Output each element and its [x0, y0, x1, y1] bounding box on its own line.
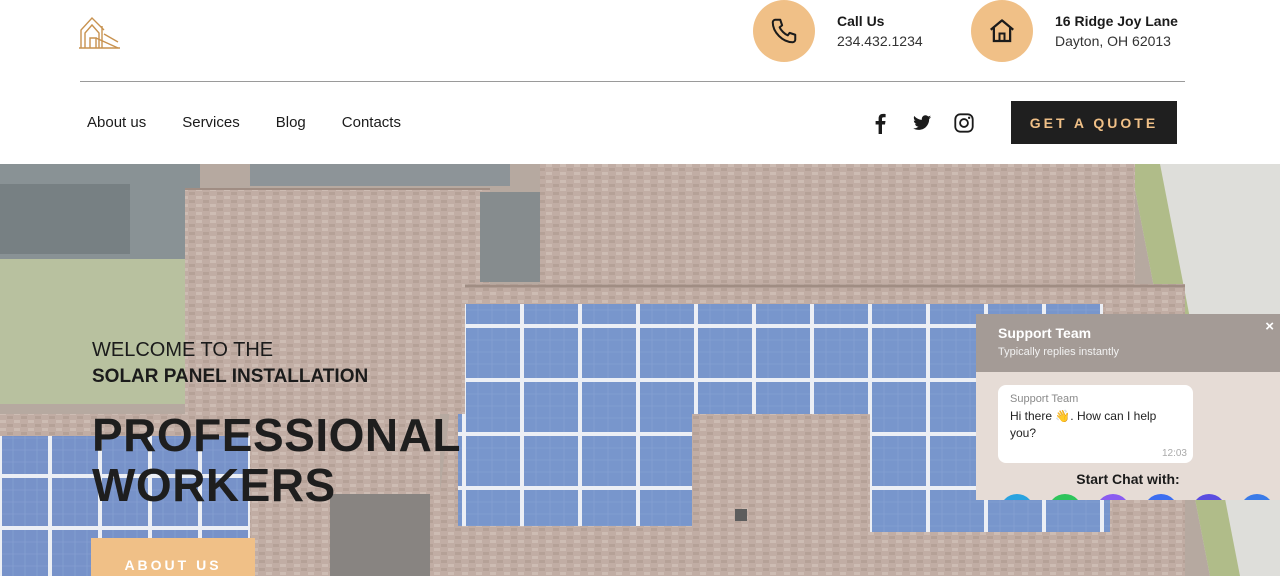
hero-welcome: WELCOME TO THE: [92, 339, 274, 361]
top-bar: Call Us 234.432.1234 16 Ridge Joy Lane D…: [0, 0, 1280, 82]
logo-icon[interactable]: [78, 12, 122, 52]
hero-text: WELCOME TO THE SOLAR PANEL INSTALLATION …: [92, 336, 461, 510]
chat-header: Support Team Typically replies instantly: [976, 314, 1280, 372]
about-us-button[interactable]: ABOUT US: [91, 538, 255, 576]
chat-channel-list: [1000, 494, 1274, 500]
chat-channel-icon[interactable]: [1000, 494, 1034, 500]
nav-blog[interactable]: Blog: [276, 114, 306, 131]
twitter-icon[interactable]: [911, 112, 933, 134]
chat-channel-icon[interactable]: [1192, 494, 1226, 500]
hero-headline: PROFESSIONAL WORKERS: [92, 410, 461, 510]
hero-headline-line2: WORKERS: [92, 459, 336, 511]
chat-channel-icon[interactable]: [1048, 494, 1082, 500]
support-chat-widget: Support Team Typically replies instantly…: [976, 314, 1280, 500]
home-icon: [971, 0, 1033, 62]
get-a-quote-button[interactable]: GET A QUOTE: [1011, 101, 1177, 144]
nav-contacts[interactable]: Contacts: [342, 114, 401, 131]
chat-subtitle: Typically replies instantly: [998, 346, 1120, 358]
message-time: 12:03: [1161, 448, 1187, 459]
hero-headline-line1: PROFESSIONAL: [92, 409, 461, 461]
phone-number[interactable]: 234.432.1234: [837, 30, 923, 52]
call-us-block[interactable]: Call Us 234.432.1234: [753, 0, 923, 62]
main-nav: About us Services Blog Contacts GET A QU…: [0, 82, 1280, 164]
close-icon[interactable]: ×: [1265, 318, 1274, 335]
nav-about-us[interactable]: About us: [87, 114, 146, 131]
chat-title: Support Team: [998, 325, 1092, 341]
address-line1: 16 Ridge Joy Lane: [1055, 13, 1178, 29]
phone-icon: [753, 0, 815, 62]
facebook-icon[interactable]: [870, 112, 890, 134]
address-line2: Dayton, OH 62013: [1055, 33, 1171, 49]
nav-services[interactable]: Services: [182, 114, 240, 131]
message-text: Hi there 👋. How can I help you?: [1010, 409, 1157, 440]
instagram-icon[interactable]: [953, 112, 975, 134]
address-block: 16 Ridge Joy Lane Dayton, OH 62013: [971, 0, 1178, 62]
chat-channel-icon[interactable]: [1240, 494, 1274, 500]
chat-message-bubble: Support Team Hi there 👋. How can I help …: [998, 385, 1193, 463]
chat-channel-icon[interactable]: [1144, 494, 1178, 500]
hero-subtitle: SOLAR PANEL INSTALLATION: [92, 366, 369, 387]
message-sender: Support Team: [1010, 393, 1079, 405]
call-us-label: Call Us: [837, 13, 885, 29]
start-chat-label: Start Chat with:: [1076, 471, 1180, 487]
chat-channel-icon[interactable]: [1096, 494, 1130, 500]
